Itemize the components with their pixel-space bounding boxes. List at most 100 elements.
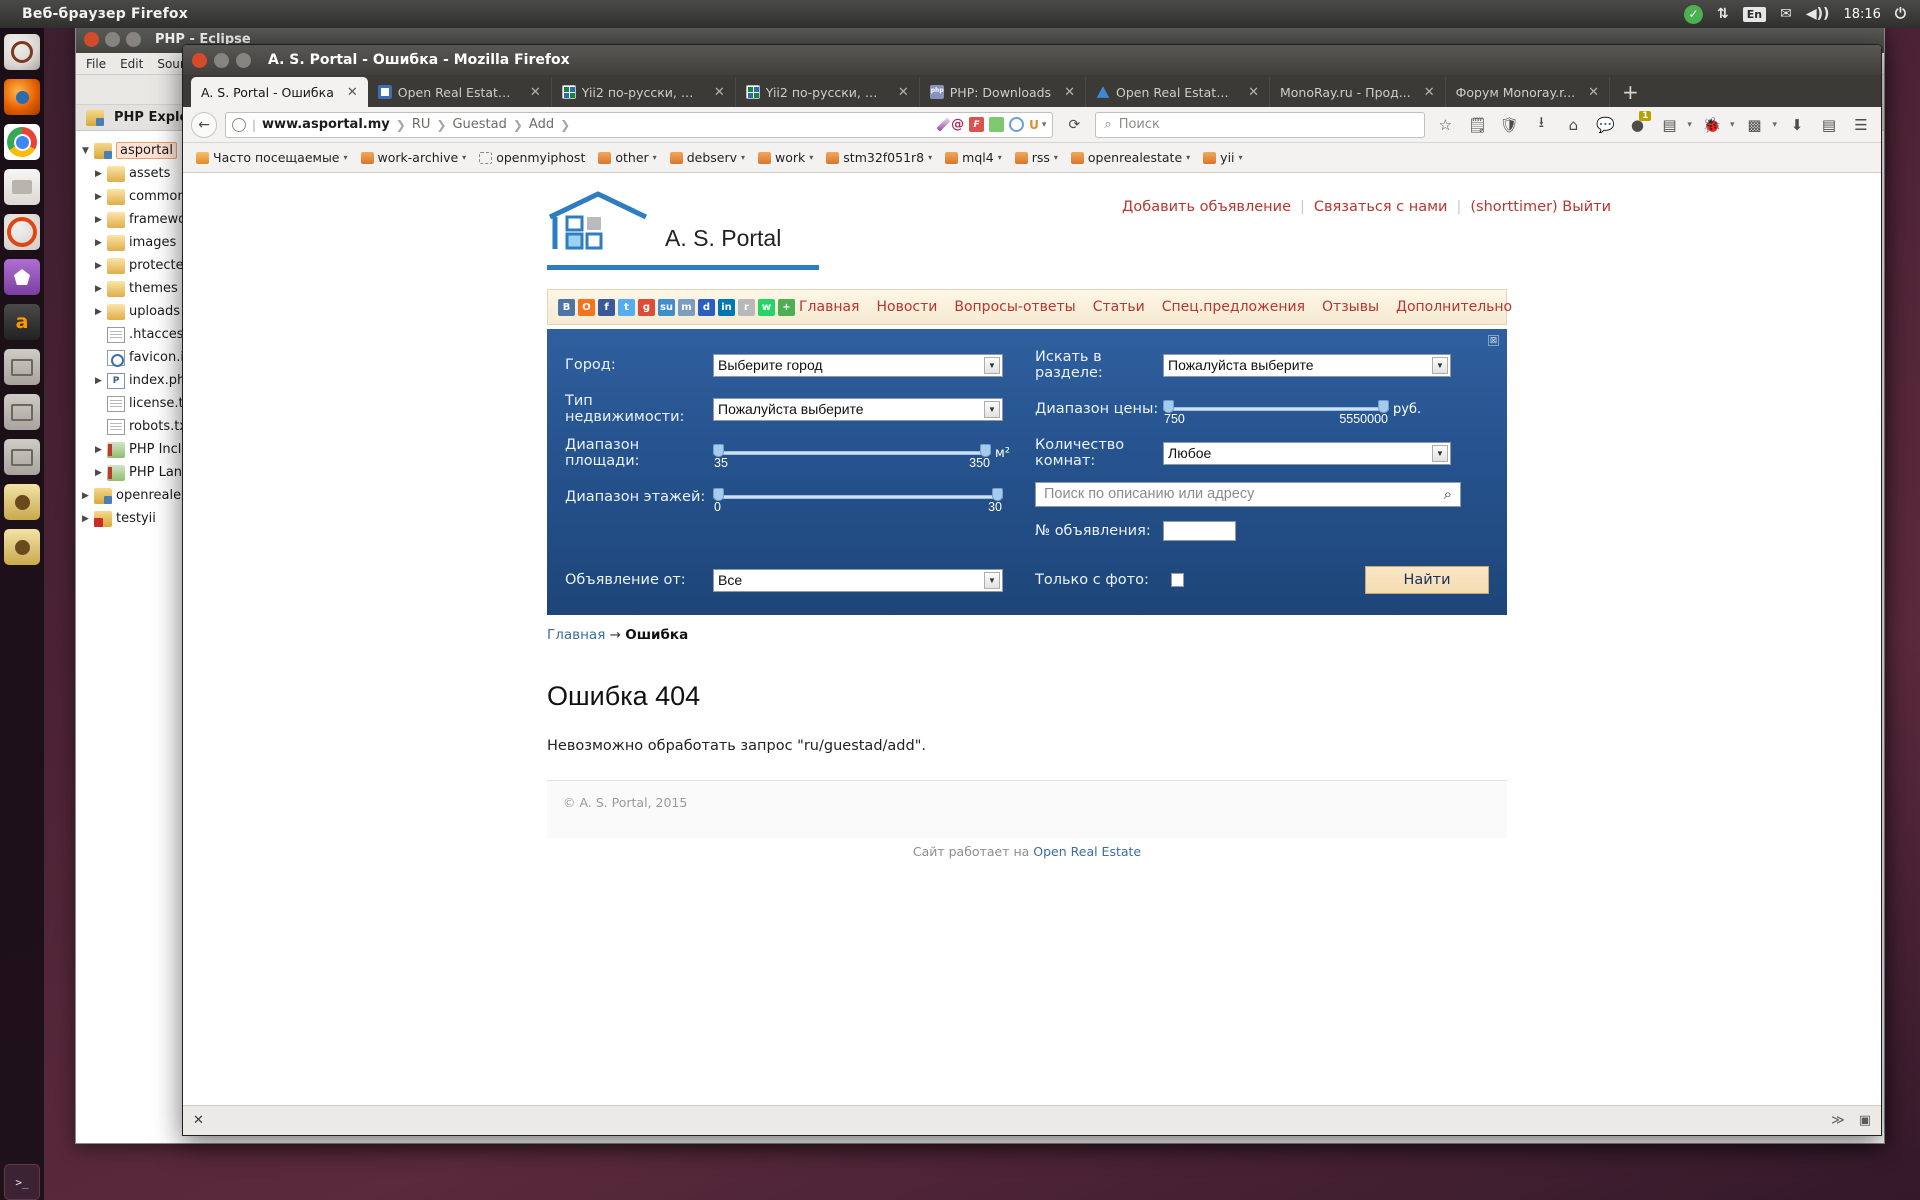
vk-icon[interactable]: В	[558, 298, 575, 316]
php-checker-icon[interactable]	[989, 117, 1005, 132]
ad-number-input[interactable]	[1163, 521, 1236, 541]
eclipse-maximize-icon[interactable]	[126, 31, 141, 47]
launcher-firefox-icon[interactable]	[4, 79, 40, 115]
url-crumb-add[interactable]: Add	[529, 117, 554, 132]
url-crumb-guestad[interactable]: Guestad	[452, 117, 506, 132]
tree-expand-arrow-icon[interactable]: ▶	[82, 514, 94, 524]
linkedin-icon[interactable]: in	[718, 298, 735, 316]
find-highlight-icon[interactable]: ≫	[1831, 1113, 1845, 1128]
menu-file[interactable]: File	[86, 57, 106, 71]
launcher-ubuntu-software-icon[interactable]	[4, 214, 40, 250]
stumbleupon-icon[interactable]: su	[658, 298, 675, 316]
find-close-icon[interactable]: ✕	[193, 1113, 204, 1128]
shield-icon[interactable]: 🛡	[1497, 113, 1521, 137]
menu-item-home[interactable]: Главная	[799, 299, 859, 315]
reader-list-icon[interactable]: 🗒	[1465, 113, 1489, 137]
photo-only-checkbox[interactable]	[1170, 573, 1184, 587]
chevron-down-icon[interactable]: ▾	[928, 153, 932, 162]
hamburger-menu-icon[interactable]: ☰	[1849, 113, 1873, 137]
price-range-slider[interactable]: 750 5550000	[1163, 396, 1389, 426]
find-button[interactable]: Найти	[1365, 566, 1489, 594]
tree-expand-arrow-icon[interactable]: ▶	[95, 307, 107, 317]
tab-close-icon[interactable]: ✕	[891, 85, 909, 100]
chat-icon[interactable]: 💬	[1593, 113, 1617, 137]
bookmark-item[interactable]: rss ▾	[1010, 147, 1063, 168]
menu-item-faq[interactable]: Вопросы-ответы	[954, 299, 1075, 315]
area-range-slider[interactable]: 35 350	[713, 440, 991, 470]
bookmark-item[interactable]: other ▾	[593, 147, 661, 168]
bookmark-item[interactable]: work ▾	[753, 147, 818, 168]
twitter-icon[interactable]: t	[618, 298, 635, 316]
freetext-search-input[interactable]: Поиск по описанию или адресу ⌕	[1035, 481, 1461, 507]
browser-tab[interactable]: Yii2 по-русски, док... ✕	[552, 77, 736, 107]
launcher-mail-icon[interactable]	[4, 394, 40, 430]
firefox-minimize-icon[interactable]	[214, 52, 229, 68]
firefox-close-icon[interactable]	[192, 52, 207, 68]
sync-ok-icon[interactable]: ✓	[1684, 4, 1704, 24]
network-icon[interactable]: ⇅	[1717, 6, 1729, 22]
chevron-down-icon[interactable]: ▾	[998, 153, 1002, 162]
tab-close-icon[interactable]: ✕	[1057, 85, 1075, 100]
launcher-amazon-icon[interactable]	[4, 304, 40, 340]
s3-caret-icon[interactable]: ▾	[1772, 120, 1777, 130]
tab-close-icon[interactable]: ✕	[1581, 85, 1599, 100]
tree-expand-arrow-icon[interactable]: ▶	[95, 192, 107, 202]
home-icon[interactable]: ⌂	[1561, 113, 1585, 137]
launcher-chrome-icon[interactable]	[4, 124, 40, 160]
notes-caret-icon[interactable]: ▾	[1687, 120, 1692, 130]
search-icon[interactable]: ⌕	[1444, 486, 1452, 503]
menu-item-special-offers[interactable]: Спец.предложения	[1162, 299, 1305, 315]
chevron-down-icon[interactable]: ▾	[741, 153, 745, 162]
chevron-down-icon[interactable]: ▾	[809, 153, 813, 162]
bookmark-item[interactable]: openrealestate ▾	[1066, 147, 1195, 168]
bug-addon-icon[interactable]: 🐞	[1700, 113, 1724, 137]
php-addon-icon[interactable]: F	[969, 117, 985, 132]
clock[interactable]: 18:16	[1843, 7, 1880, 22]
browser-tab[interactable]: Open Real Estate - ... ✕	[1086, 77, 1270, 107]
menu-item-news[interactable]: Новости	[876, 299, 937, 315]
whatsapp-icon[interactable]: w	[758, 298, 775, 316]
close-panel-icon[interactable]: ⊠	[1488, 335, 1499, 346]
rooms-select[interactable]: Любое ▼	[1163, 441, 1451, 465]
eclipse-close-icon[interactable]	[84, 31, 99, 47]
addons-caret-icon[interactable]: ▾	[1042, 120, 1047, 130]
browser-tab[interactable]: Yii2 по-русски, док... ✕	[736, 77, 920, 107]
tab-close-icon[interactable]: ✕	[1241, 85, 1259, 100]
launcher-archive-icon[interactable]	[4, 529, 40, 565]
url-bar[interactable]: | www.asportal.my ❯ RU ❯ Guestad ❯ Add ❯…	[225, 111, 1054, 138]
bookmark-item[interactable]: work-archive ▾	[356, 147, 472, 168]
add-listing-link[interactable]: Добавить объявление	[1122, 199, 1291, 215]
reddit-icon[interactable]: r	[738, 298, 755, 316]
chevron-down-icon[interactable]: ▾	[653, 153, 657, 162]
tree-expand-arrow-icon[interactable]: ▶	[95, 376, 107, 386]
at-icon[interactable]: @	[951, 118, 964, 131]
downloads-icon[interactable]: ⭳	[1529, 113, 1553, 137]
tree-expand-arrow-icon[interactable]: ▶	[95, 215, 107, 225]
browser-tab[interactable]: A. S. Portal - Ошибка ✕	[191, 77, 368, 107]
property-type-select[interactable]: Пожалуйста выберите ▼	[713, 397, 1003, 421]
tree-expand-arrow-icon[interactable]: ▶	[95, 169, 107, 179]
browser-tab[interactable]: PHP: Downloads ✕	[920, 77, 1086, 107]
breadcrumb-home-link[interactable]: Главная	[547, 627, 605, 643]
pencil-icon[interactable]	[936, 117, 951, 132]
launcher-gimp-icon[interactable]	[4, 259, 40, 295]
tree-expand-arrow-icon[interactable]: ▶	[95, 261, 107, 271]
ad-from-select[interactable]: Все ▼	[713, 568, 1003, 592]
section-select[interactable]: Пожалуйста выберите ▼	[1163, 353, 1451, 377]
reload-button[interactable]: ⟳	[1061, 112, 1087, 138]
menu-item-more[interactable]: Дополнительно	[1396, 299, 1512, 315]
search-bar[interactable]: ⌕ Поиск	[1095, 111, 1426, 138]
bookmark-star-icon[interactable]: ☆	[1433, 113, 1457, 137]
launcher-editor-icon[interactable]	[4, 439, 40, 475]
browser-tab[interactable]: Форум Monoray.r... ✕	[1446, 77, 1610, 107]
tree-expand-arrow-icon[interactable]: ▶	[95, 468, 107, 478]
chevron-down-icon[interactable]: ▾	[1186, 153, 1190, 162]
url-crumb-ru[interactable]: RU	[412, 117, 431, 132]
facebook-icon[interactable]: f	[598, 298, 615, 316]
menu-item-reviews[interactable]: Отзывы	[1322, 299, 1379, 315]
bookmark-item[interactable]: mql4 ▾	[940, 147, 1007, 168]
launcher-trash-icon[interactable]	[4, 1164, 40, 1200]
tree-expand-arrow-icon[interactable]: ▶	[95, 238, 107, 248]
save-page-icon[interactable]: ⬇	[1785, 113, 1809, 137]
delicious-icon[interactable]: d	[698, 298, 715, 316]
